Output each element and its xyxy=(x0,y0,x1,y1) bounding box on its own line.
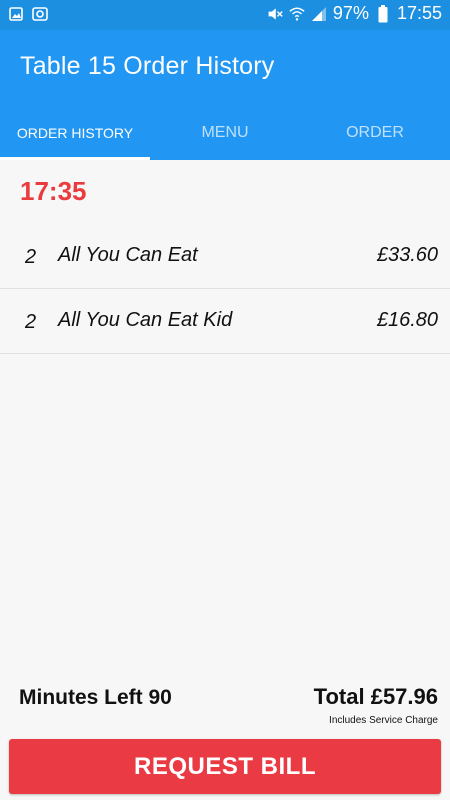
order-item-name: All You Can Eat Kid xyxy=(58,309,233,331)
battery-icon xyxy=(375,4,391,22)
tab-label: MENU xyxy=(201,123,249,141)
tab-bar: ORDER HISTORY MENU ORDER xyxy=(0,105,450,160)
order-item-price: £16.80 xyxy=(376,309,438,331)
tab-label: ORDER xyxy=(346,123,404,141)
status-left-icons xyxy=(8,6,48,22)
status-time: 17:55 xyxy=(396,3,442,23)
order-item-price: £33.60 xyxy=(376,244,438,266)
tab-order-history[interactable]: ORDER HISTORY xyxy=(0,105,150,160)
camera-notification-icon xyxy=(32,6,48,22)
status-bar: 97% 17:55 xyxy=(0,0,450,30)
minutes-left: Minutes Left 90 xyxy=(19,686,172,709)
order-quantity: 2 xyxy=(25,246,37,268)
status-right: 97% 17:55 xyxy=(267,3,442,24)
service-charge-note: Includes Service Charge xyxy=(329,715,438,726)
order-time: 17:35 xyxy=(20,176,87,206)
order-list: 2 All You Can Eat £33.60 2 All You Can E… xyxy=(0,224,450,354)
list-item: 2 All You Can Eat £33.60 xyxy=(0,224,450,289)
list-item: 2 All You Can Eat Kid £16.80 xyxy=(0,289,450,354)
gallery-icon xyxy=(8,6,24,22)
total-amount: Total £57.96 xyxy=(313,684,438,709)
wifi-icon xyxy=(289,6,305,22)
order-quantity: 2 xyxy=(25,311,37,333)
signal-icon xyxy=(311,6,327,22)
page-title: Table 15 Order History xyxy=(20,52,275,80)
mute-icon xyxy=(267,6,283,22)
tab-menu[interactable]: MENU xyxy=(150,105,300,160)
battery-percent: 97% xyxy=(332,3,369,23)
tab-label: ORDER HISTORY xyxy=(16,124,134,141)
app-bar: Table 15 Order History xyxy=(0,30,450,105)
tab-order[interactable]: ORDER xyxy=(300,105,450,160)
order-item-name: All You Can Eat xyxy=(58,244,198,266)
request-bill-button[interactable]: REQUEST BILL xyxy=(9,739,441,794)
